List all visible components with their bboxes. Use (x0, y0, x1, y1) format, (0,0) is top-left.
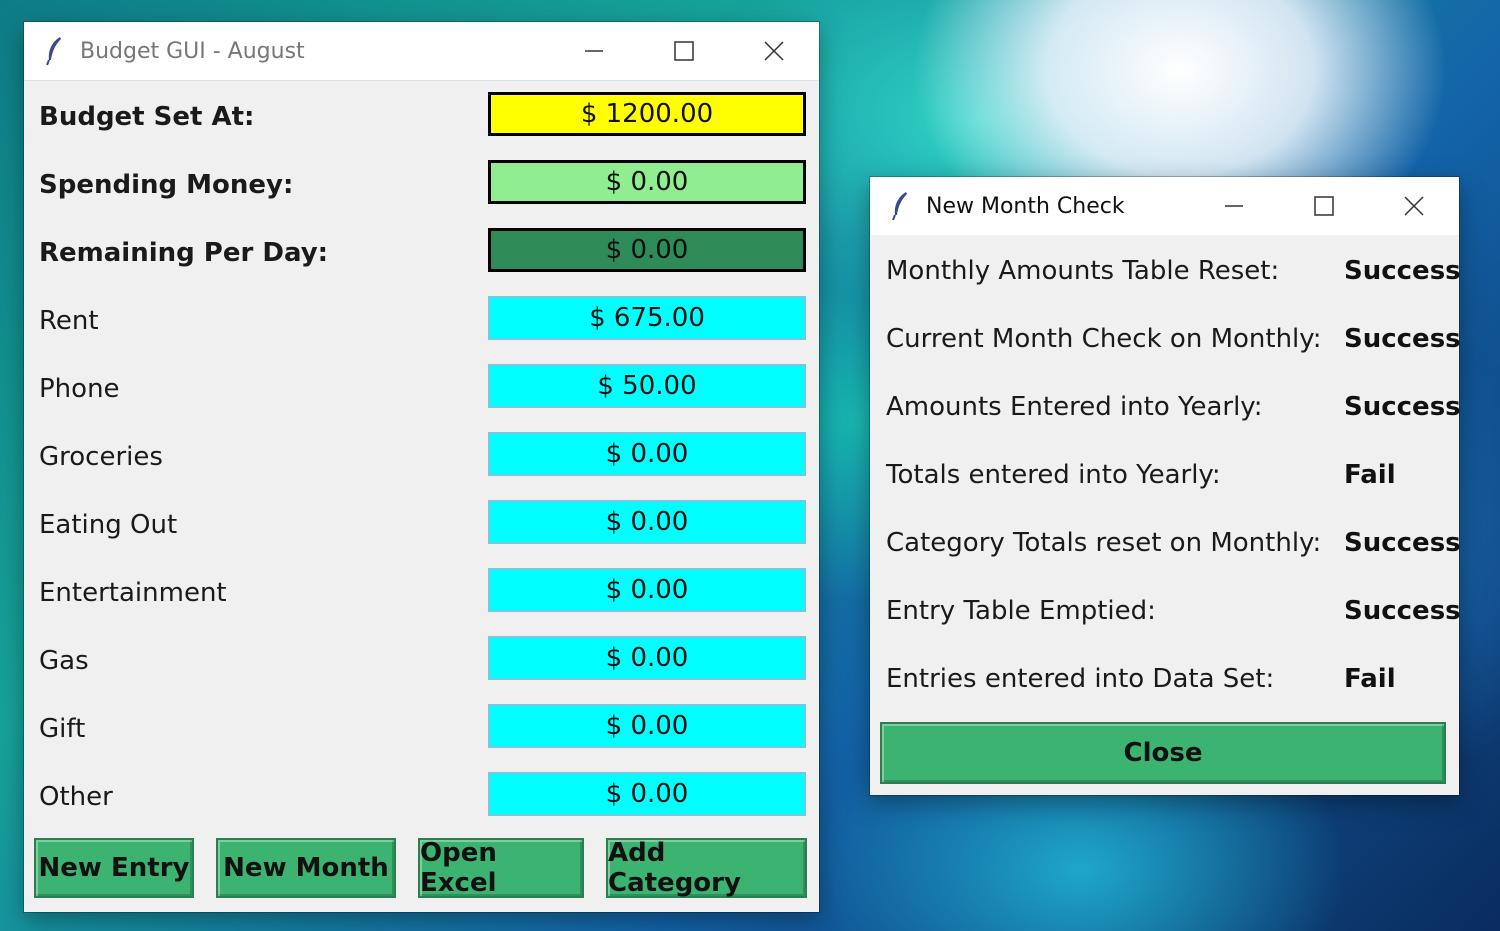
category-row-phone: Phone $ 50.00 (24, 364, 819, 414)
category-row-entertainment: Entertainment $ 0.00 (24, 568, 819, 618)
check-label: Entry Table Emptied: (886, 596, 1156, 626)
budget-set-row: Budget Set At: $ 1200.00 (24, 92, 819, 142)
category-row-rent: Rent $ 675.00 (24, 296, 819, 346)
maximize-button[interactable] (639, 22, 729, 80)
row-label: Rent (39, 306, 99, 336)
check-row: Entries entered into Data Set: Fail (870, 664, 1459, 704)
check-label: Monthly Amounts Table Reset: (886, 256, 1280, 286)
category-row-gas: Gas $ 0.00 (24, 636, 819, 686)
category-value: $ 0.00 (488, 432, 806, 476)
row-label: Phone (39, 374, 120, 404)
add-category-button[interactable]: Add Category (606, 838, 807, 898)
row-label: Entertainment (39, 578, 227, 608)
row-label: Groceries (39, 442, 163, 472)
check-row: Monthly Amounts Table Reset: Success (870, 256, 1461, 296)
close-icon (764, 41, 784, 61)
category-value: $ 0.00 (488, 704, 806, 748)
check-status: Fail (1344, 460, 1396, 490)
window-title: New Month Check (926, 193, 1125, 219)
check-label: Amounts Entered into Yearly: (886, 392, 1263, 422)
category-value: $ 0.00 (488, 636, 806, 680)
check-status: Success (1344, 528, 1461, 558)
open-excel-button[interactable]: Open Excel (418, 838, 584, 898)
window-title: Budget GUI - August (80, 38, 305, 64)
category-value: $ 675.00 (488, 296, 806, 340)
check-row: Category Totals reset on Monthly: Succes… (870, 528, 1461, 568)
check-row: Totals entered into Yearly: Fail (870, 460, 1459, 500)
check-titlebar[interactable]: New Month Check (870, 177, 1459, 235)
row-label: Budget Set At: (39, 102, 255, 132)
check-label: Category Totals reset on Monthly: (886, 528, 1322, 558)
feather-icon (46, 37, 61, 66)
check-label: Totals entered into Yearly: (886, 460, 1221, 490)
category-row-gift: Gift $ 0.00 (24, 704, 819, 754)
category-value: $ 50.00 (488, 364, 806, 408)
minimize-button[interactable] (1189, 177, 1279, 235)
category-row-other: Other $ 0.00 (24, 772, 819, 822)
category-value: $ 0.00 (488, 772, 806, 816)
check-label: Current Month Check on Monthly: (886, 324, 1322, 354)
new-month-button[interactable]: New Month (216, 838, 396, 898)
row-label: Spending Money: (39, 170, 294, 200)
minimize-icon (1225, 205, 1243, 207)
minimize-icon (585, 50, 603, 52)
new-entry-button[interactable]: New Entry (34, 838, 194, 898)
minimize-button[interactable] (549, 22, 639, 80)
category-value: $ 0.00 (488, 568, 806, 612)
check-status: Success (1344, 256, 1461, 286)
feather-icon (892, 192, 907, 221)
check-label: Entries entered into Data Set: (886, 664, 1275, 694)
row-label: Gift (39, 714, 86, 744)
check-status: Success (1344, 392, 1461, 422)
check-status: Fail (1344, 664, 1396, 694)
close-window-button[interactable] (1369, 177, 1459, 235)
budget-window: Budget GUI - August Budget Set At: $ 120… (24, 22, 819, 912)
close-icon (1404, 196, 1424, 216)
row-label: Other (39, 782, 113, 812)
category-row-groceries: Groceries $ 0.00 (24, 432, 819, 482)
maximize-icon (1314, 196, 1334, 216)
row-label: Remaining Per Day: (39, 238, 329, 268)
check-row: Entry Table Emptied: Success (870, 596, 1461, 636)
remaining-value: $ 0.00 (488, 228, 806, 272)
new-month-check-window: New Month Check Monthly Amounts Table Re… (870, 177, 1461, 795)
spending-money-row: Spending Money: $ 0.00 (24, 160, 819, 210)
remaining-per-day-row: Remaining Per Day: $ 0.00 (24, 228, 819, 278)
maximize-button[interactable] (1279, 177, 1369, 235)
check-row: Current Month Check on Monthly: Success (870, 324, 1461, 364)
check-status: Success (1344, 596, 1461, 626)
maximize-icon (674, 41, 694, 61)
budget-value: $ 1200.00 (488, 92, 806, 136)
spending-value: $ 0.00 (488, 160, 806, 204)
close-window-button[interactable] (729, 22, 819, 80)
category-value: $ 0.00 (488, 500, 806, 544)
row-label: Gas (39, 646, 89, 676)
check-row: Amounts Entered into Yearly: Success (870, 392, 1461, 432)
close-button[interactable]: Close (880, 722, 1446, 784)
budget-titlebar[interactable]: Budget GUI - August (24, 22, 819, 81)
check-status: Success (1344, 324, 1461, 354)
row-label: Eating Out (39, 510, 178, 540)
category-row-eating-out: Eating Out $ 0.00 (24, 500, 819, 550)
